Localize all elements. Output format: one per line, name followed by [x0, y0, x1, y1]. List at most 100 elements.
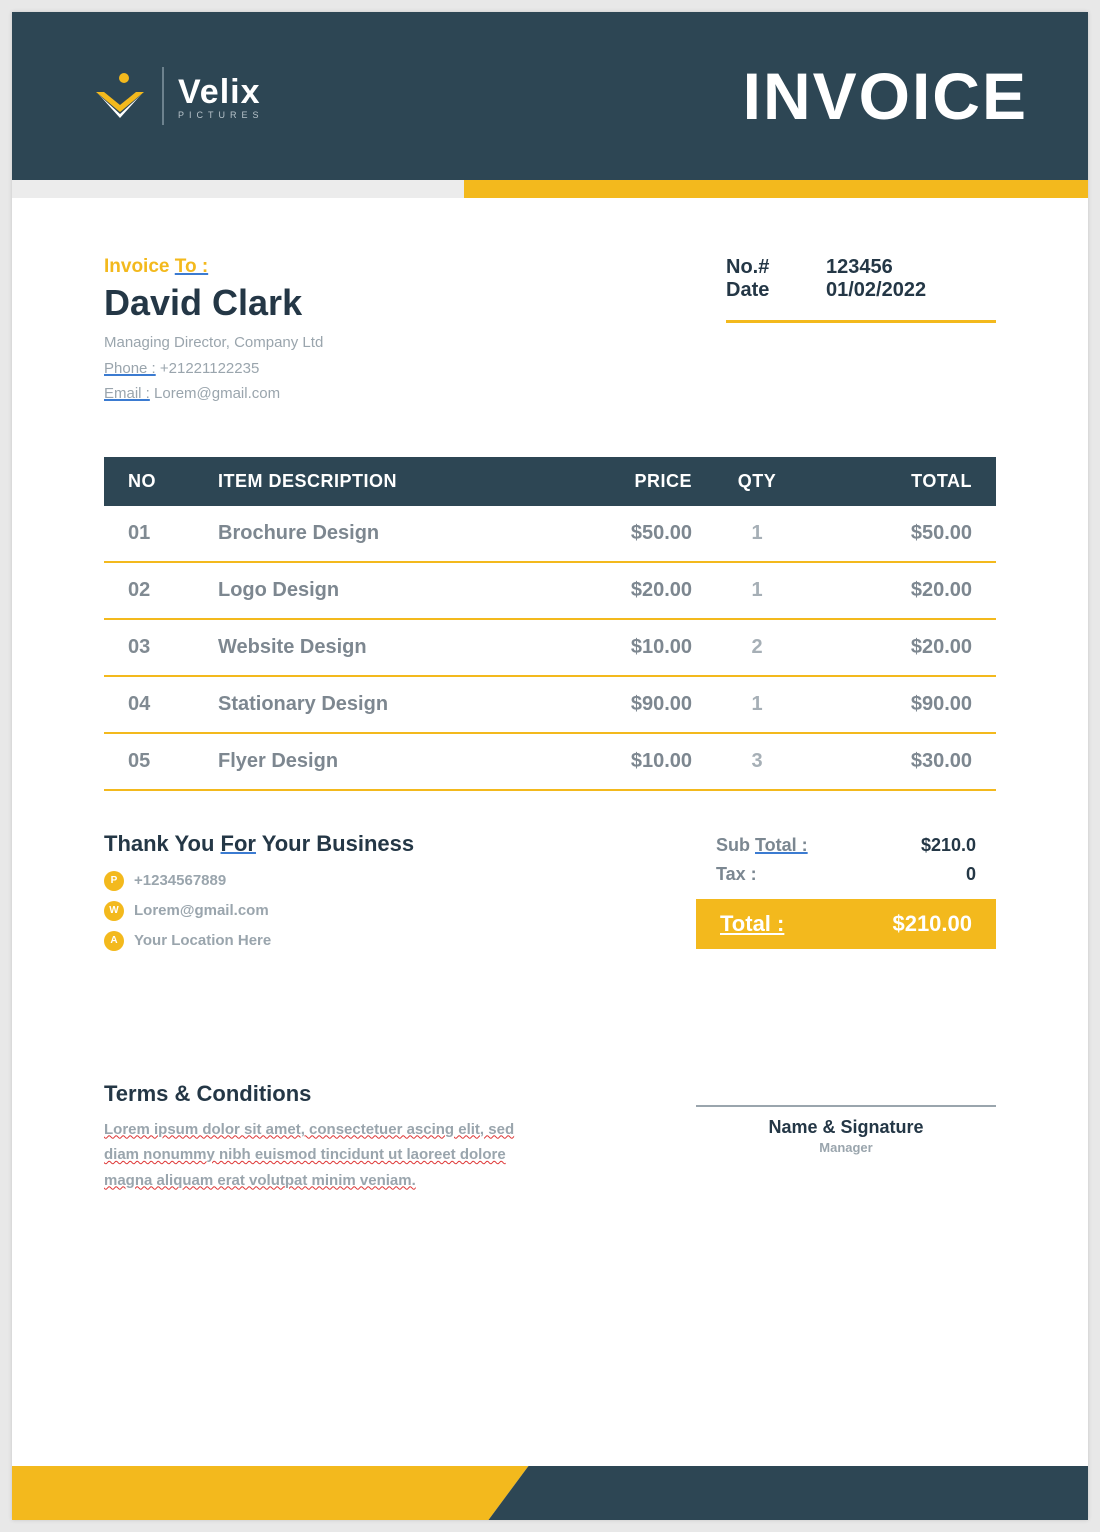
thank-you-block: Thank You For Your Business P +1234567889…: [104, 831, 414, 961]
client-meta: Managing Director, Company Ltd Phone : +…: [104, 330, 323, 407]
contact-icon: W: [104, 901, 124, 921]
footer-accent-yellow: [12, 1466, 528, 1520]
col-total: TOTAL: [822, 471, 972, 492]
grand-total-line: Total : $210.00: [696, 899, 996, 949]
footer-bar: [12, 1466, 1088, 1520]
cell-total: $90.00: [822, 693, 972, 716]
cell-qty: 2: [692, 636, 822, 659]
signature-role: Manager: [696, 1140, 996, 1155]
summary-wrap: Thank You For Your Business P +1234567889…: [12, 791, 1088, 961]
table-row: 02Logo Design$20.001$20.00: [104, 563, 996, 620]
invoice-page: Velix PICTURES INVOICE Invoice To : Davi…: [12, 12, 1088, 1520]
brand-logo-icon: [92, 72, 148, 120]
document-title: INVOICE: [743, 58, 1028, 134]
grand-total-label: Total :: [720, 911, 784, 937]
brand-name: Velix: [178, 73, 264, 112]
meta-underline: [726, 320, 996, 323]
footer-accent-dark: [488, 1466, 1088, 1520]
invoice-number-label: No.#: [726, 256, 786, 279]
subtotal-label-b: Total :: [755, 835, 808, 855]
col-qty: QTY: [692, 471, 822, 492]
bill-to-block: Invoice To : David Clark Managing Direct…: [104, 256, 323, 407]
cell-price: $10.00: [542, 750, 692, 773]
cell-desc: Website Design: [218, 636, 542, 659]
col-price: PRICE: [542, 471, 692, 492]
logo-divider: [162, 67, 164, 125]
table-body: 01Brochure Design$50.001$50.0002Logo Des…: [104, 506, 996, 791]
terms-signature-row: Terms & Conditions Lorem ipsum dolor sit…: [12, 961, 1088, 1194]
invoice-meta-block: No.# 123456 Date 01/02/2022: [726, 256, 996, 407]
client-email: Email : Lorem@gmail.com: [104, 381, 323, 407]
contact-text: Lorem@gmail.com: [134, 902, 269, 919]
invoice-date-label: Date: [726, 279, 786, 302]
tax-label: Tax :: [716, 864, 757, 885]
table-row: 03Website Design$10.002$20.00: [104, 620, 996, 677]
invoice-number-line: No.# 123456: [726, 256, 996, 279]
grand-total-value: $210.00: [892, 911, 972, 937]
cell-no: 03: [128, 636, 218, 659]
signature-name: Name & Signature: [696, 1117, 996, 1138]
contact-icon: A: [104, 931, 124, 951]
items-table: NO ITEM DESCRIPTION PRICE QTY TOTAL 01Br…: [104, 457, 996, 791]
cell-desc: Stationary Design: [218, 693, 542, 716]
info-row: Invoice To : David Clark Managing Direct…: [12, 198, 1088, 407]
signature-rule: [696, 1105, 996, 1107]
email-value: Lorem@gmail.com: [150, 385, 280, 402]
cell-qty: 1: [692, 579, 822, 602]
client-role: Managing Director, Company Ltd: [104, 330, 323, 356]
brand-block: Velix PICTURES: [92, 67, 264, 125]
contact-icon: P: [104, 871, 124, 891]
accent-bar: [12, 180, 1088, 198]
client-phone: Phone : +21221122235: [104, 356, 323, 382]
cell-price: $50.00: [542, 522, 692, 545]
subtotal-line: Sub Total : $210.0: [696, 831, 996, 860]
cell-no: 02: [128, 579, 218, 602]
phone-label: Phone :: [104, 360, 156, 377]
cell-desc: Logo Design: [218, 579, 542, 602]
cell-price: $90.00: [542, 693, 692, 716]
cell-no: 05: [128, 750, 218, 773]
col-desc: ITEM DESCRIPTION: [218, 471, 542, 492]
terms-body: Lorem ipsum dolor sit amet, consectetuer…: [104, 1117, 524, 1194]
totals-block: Sub Total : $210.0 Tax : 0 Total : $210.…: [696, 831, 996, 961]
cell-desc: Flyer Design: [218, 750, 542, 773]
contact-line: P +1234567889: [104, 871, 414, 891]
header: Velix PICTURES INVOICE: [12, 12, 1088, 180]
brand-text: Velix PICTURES: [178, 73, 264, 120]
table-row: 01Brochure Design$50.001$50.00: [104, 506, 996, 563]
cell-price: $20.00: [542, 579, 692, 602]
invoice-number-value: 123456: [826, 256, 893, 279]
phone-value: +21221122235: [156, 360, 260, 377]
cell-qty: 1: [692, 522, 822, 545]
email-label: Email :: [104, 385, 150, 402]
cell-no: 01: [128, 522, 218, 545]
subtotal-value: $210.0: [921, 835, 976, 856]
brand-sub: PICTURES: [178, 110, 264, 120]
contact-list: P +1234567889 W Lorem@gmail.com A Your Locati…: [104, 871, 414, 951]
contact-text: Your Location Here: [134, 932, 271, 949]
subtotal-label: Sub Total :: [716, 835, 808, 856]
contact-text: +1234567889: [134, 872, 226, 889]
cell-total: $50.00: [822, 522, 972, 545]
cell-total: $20.00: [822, 636, 972, 659]
terms-block: Terms & Conditions Lorem ipsum dolor sit…: [104, 1081, 524, 1194]
cell-price: $10.00: [542, 636, 692, 659]
invoice-to-label: Invoice To :: [104, 256, 323, 278]
cell-no: 04: [128, 693, 218, 716]
thank-you-mid: For: [221, 831, 256, 856]
subtotal-label-a: Sub: [716, 835, 755, 855]
terms-heading: Terms & Conditions: [104, 1081, 524, 1107]
invoice-date-value: 01/02/2022: [826, 279, 926, 302]
cell-qty: 3: [692, 750, 822, 773]
tax-value: 0: [966, 864, 976, 885]
thank-you-pre: Thank You: [104, 831, 221, 856]
thank-you-post: Your Business: [256, 831, 414, 856]
cell-total: $30.00: [822, 750, 972, 773]
client-name: David Clark: [104, 282, 323, 324]
col-no: NO: [128, 471, 218, 492]
table-row: 04Stationary Design$90.001$90.00: [104, 677, 996, 734]
contact-line: A Your Location Here: [104, 931, 414, 951]
contact-line: W Lorem@gmail.com: [104, 901, 414, 921]
invoice-date-line: Date 01/02/2022: [726, 279, 996, 302]
table-header: NO ITEM DESCRIPTION PRICE QTY TOTAL: [104, 457, 996, 506]
